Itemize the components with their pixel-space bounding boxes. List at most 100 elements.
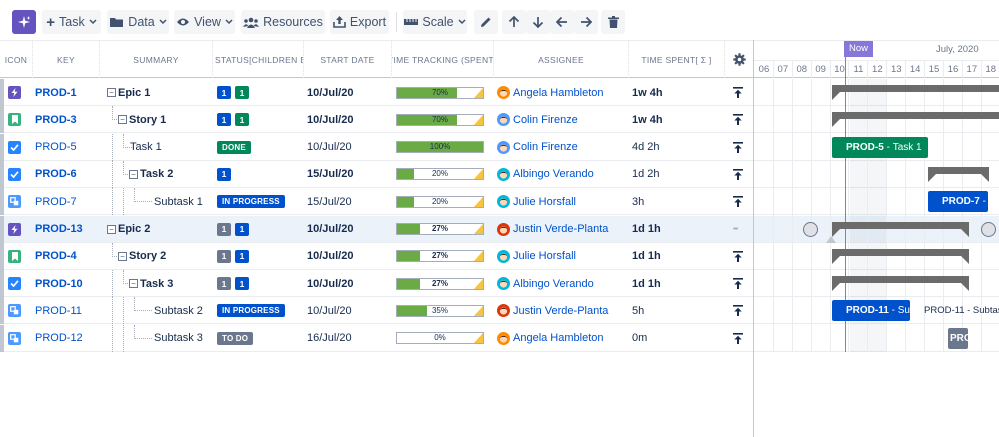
status-lozenge[interactable]: IN PROGRESS (217, 195, 285, 209)
assignee-name[interactable]: Colin Firenze (513, 114, 578, 126)
pin-to-top-icon[interactable] (733, 161, 745, 188)
table-row[interactable]: PROD-5 Task 1 DONE 10/Jul/20 100% Colin Firen… (0, 133, 753, 161)
assignee-name[interactable]: Angela Hambleton (513, 87, 604, 99)
avatar (497, 277, 510, 291)
collapse-toggle-icon[interactable]: − (107, 224, 116, 234)
delete-button[interactable] (601, 10, 625, 34)
pin-to-top-icon[interactable] (733, 325, 745, 352)
assignee-name[interactable]: Angela Hambleton (513, 332, 604, 344)
issue-key-link[interactable]: PROD-12 (35, 325, 99, 352)
table-row[interactable]: PROD-3− Story 1 1 1 10/Jul/20 70% Colin Firenz… (0, 106, 753, 134)
assignee-cell[interactable]: Albingo Verando (497, 270, 628, 297)
month-label: July, 2020 (936, 44, 979, 55)
assignee-name[interactable]: Justin Verde-Planta (513, 223, 608, 235)
table-row[interactable]: PROD-4− Story 2 1 1 10/Jul/20 27% Julie Horsfa… (0, 242, 753, 270)
gantt-summary-bar[interactable] (832, 248, 969, 256)
task-menu-button[interactable]: + Task (42, 10, 101, 34)
status-lozenge[interactable]: TO DO (217, 331, 254, 345)
assignee-cell[interactable]: Colin Firenze (497, 134, 628, 161)
table-row[interactable]: PROD-7 Subtask 1 IN PROGRESS 15/Jul/20 20% Ju… (0, 188, 753, 216)
assignee-cell[interactable]: Julie Horsfall (497, 188, 628, 215)
gantt-summary-bar[interactable] (832, 276, 969, 284)
issue-key-link[interactable]: PROD-6 (35, 161, 99, 188)
column-header-time-spent[interactable]: TIME SPENT[ Σ ] (629, 41, 725, 78)
gantt-dependency-handle[interactable] (981, 221, 996, 237)
scale-menu-button[interactable]: Scale (403, 10, 467, 34)
edit-button[interactable] (474, 10, 498, 34)
column-header-icon[interactable]: ICON (0, 41, 33, 78)
gantt-summary-bar[interactable] (832, 221, 969, 229)
assignee-name[interactable]: Justin Verde-Planta (513, 305, 608, 317)
issue-key-link[interactable]: PROD-10 (35, 270, 99, 297)
assignee-cell[interactable]: Albingo Verando (497, 161, 628, 188)
column-header-key[interactable]: KEY (33, 41, 100, 78)
assignee-cell[interactable]: Justin Verde-Planta (497, 216, 628, 243)
assignee-name[interactable]: Colin Firenze (513, 141, 578, 153)
tree-guide-line (112, 106, 113, 121)
gantt-task-bar[interactable]: PROD-5 - Task 1 (832, 136, 928, 158)
status-lozenge[interactable]: DONE (217, 140, 251, 154)
assignee-name[interactable]: Julie Horsfall (513, 196, 576, 208)
time-spent-cell: 4d 2h (632, 141, 660, 154)
assignee-cell[interactable]: Justin Verde-Planta (497, 297, 628, 324)
gantt-task-bar[interactable]: PRO (948, 327, 968, 349)
status-cell: IN PROGRESS (217, 188, 303, 215)
table-row[interactable]: PROD-10− Task 3 1 1 10/Jul/20 27% Albingo Vera… (0, 270, 753, 298)
issue-key-link[interactable]: PROD-4 (35, 243, 99, 270)
more-options-icon[interactable]: ••• (733, 216, 749, 243)
export-button[interactable]: Export (330, 10, 389, 34)
issue-key-link[interactable]: PROD-5 (35, 134, 99, 161)
view-menu-button[interactable]: View (174, 10, 235, 34)
pin-to-top-icon[interactable] (733, 243, 745, 270)
pin-to-top-icon[interactable] (733, 297, 745, 324)
assignee-cell[interactable]: Angela Hambleton (497, 325, 628, 352)
gantt-summary-bar[interactable] (832, 112, 999, 120)
status-lozenge[interactable]: IN PROGRESS (217, 304, 285, 318)
collapse-toggle-icon[interactable]: − (129, 279, 138, 289)
table-row[interactable]: PROD-6 − Task 2 1 15/Jul/20 20% Albingo Verand… (0, 160, 753, 188)
assignee-name[interactable]: Albingo Verando (513, 168, 594, 180)
outdent-button[interactable] (550, 10, 574, 34)
pin-to-top-icon[interactable] (733, 79, 745, 106)
move-down-button[interactable] (526, 10, 550, 34)
pin-to-top-icon[interactable] (733, 134, 745, 161)
table-row[interactable]: PROD-1− Epic 1 1 1 10/Jul/20 70% Angela Hamble… (0, 79, 753, 106)
gantt-summary-bar[interactable] (832, 85, 999, 92)
magic-wand-button[interactable] (12, 10, 36, 34)
column-header-assignee[interactable]: ASSIGNEE (494, 41, 629, 78)
table-row[interactable]: PROD-12 Subtask 3 TO DO 16/Jul/20 0% Angela H… (0, 324, 753, 352)
row-stripe (0, 297, 4, 325)
resources-button[interactable]: Resources (241, 10, 325, 34)
assignee-cell[interactable]: Julie Horsfall (497, 243, 628, 270)
assignee-cell[interactable]: Colin Firenze (497, 106, 628, 133)
move-up-button[interactable] (502, 10, 526, 34)
issue-key-link[interactable]: PROD-13 (35, 216, 99, 243)
assignee-name[interactable]: Albingo Verando (513, 278, 594, 290)
gantt-task-bar[interactable]: PROD-7 - Sub (928, 191, 988, 213)
issue-key-link[interactable]: PROD-1 (35, 79, 99, 106)
table-row[interactable]: PROD-13− Epic 2 1 1 10/Jul/20 27% Justin Verde… (0, 215, 753, 243)
collapse-toggle-icon[interactable]: − (118, 251, 127, 261)
gantt-summary-bar[interactable] (928, 166, 989, 174)
data-menu-button[interactable]: Data (107, 10, 169, 34)
gantt-dependency-handle[interactable] (803, 221, 818, 237)
pin-to-top-icon[interactable] (733, 106, 745, 133)
assignee-cell[interactable]: Angela Hambleton (497, 79, 628, 106)
issue-key-link[interactable]: PROD-11 (35, 297, 99, 324)
pin-to-top-icon[interactable] (733, 188, 745, 215)
issue-key-link[interactable]: PROD-3 (35, 106, 99, 133)
collapse-toggle-icon[interactable]: − (118, 115, 127, 125)
table-row[interactable]: PROD-11 Subtask 2 IN PROGRESS 10/Jul/20 35% J… (0, 297, 753, 325)
indent-button[interactable] (574, 10, 598, 34)
column-header-start-date[interactable]: START DATE (304, 41, 392, 78)
column-header-time-tracking[interactable]: TIME TRACKING (SPENT) (392, 41, 494, 78)
gantt-task-bar[interactable]: PROD-11 - Subtas (832, 300, 910, 322)
column-header-summary[interactable]: SUMMARY (100, 41, 213, 78)
column-settings-button[interactable] (725, 41, 753, 78)
assignee-name[interactable]: Julie Horsfall (513, 250, 576, 262)
collapse-toggle-icon[interactable]: − (129, 169, 138, 179)
column-header-status[interactable]: STATUS[CHILDREN BY (213, 41, 304, 78)
issue-key-link[interactable]: PROD-7 (35, 188, 99, 215)
collapse-toggle-icon[interactable]: − (107, 88, 116, 97)
pin-to-top-icon[interactable] (733, 270, 745, 297)
